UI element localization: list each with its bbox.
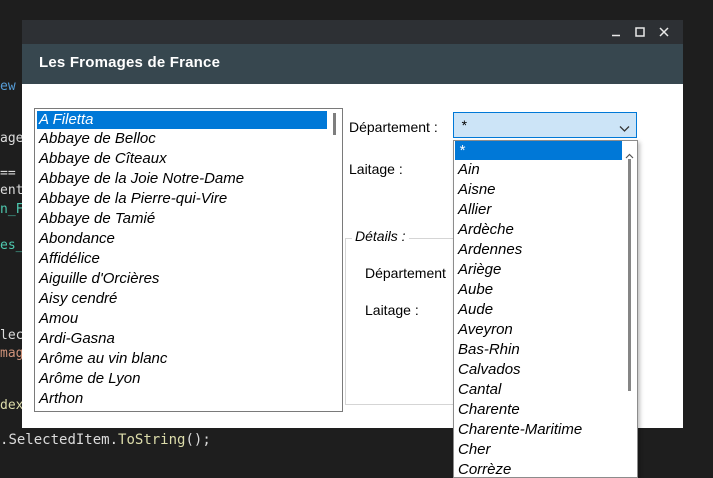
dropdown-scrollbar[interactable] (622, 141, 637, 477)
app-header: Les Fromages de France (22, 44, 683, 84)
departement-label: Département : (349, 119, 438, 135)
cheese-listbox[interactable]: A Filetta Abbaye de Belloc Abbaye de Cîtea… (34, 108, 343, 412)
departement-option[interactable]: Aude (454, 300, 637, 320)
cheese-list-item[interactable]: Aiguille d'Orcières (35, 269, 342, 289)
combobox-value: * (461, 117, 467, 133)
cheese-list-item[interactable]: Amou (35, 309, 342, 329)
departement-option[interactable]: Charente (454, 400, 637, 420)
departement-option[interactable]: Aveyron (454, 320, 637, 340)
cheese-list-item[interactable]: Abbaye de la Pierre-qui-Vire (35, 189, 342, 209)
scrollbar-thumb[interactable] (628, 159, 631, 391)
chevron-down-icon (619, 120, 630, 138)
laitage-label: Laitage : (349, 161, 403, 177)
departement-option[interactable]: Ariège (454, 260, 637, 280)
code-token: (); (185, 432, 211, 448)
details-title: Détails : (352, 228, 409, 244)
departement-option[interactable]: Ain (454, 160, 637, 180)
departement-combobox[interactable]: * (453, 112, 637, 138)
code-fragment: == (0, 166, 16, 181)
cheese-list-item[interactable]: Abbaye de Tamié (35, 209, 342, 229)
departement-option[interactable]: Aube (454, 280, 637, 300)
close-icon (659, 27, 669, 37)
departement-option[interactable]: Bas-Rhin (454, 340, 637, 360)
details-laitage-label: Laitage : (365, 302, 419, 318)
code-token: ToString (118, 432, 186, 448)
title-bar[interactable] (22, 20, 683, 44)
departement-option[interactable]: Aisne (454, 180, 637, 200)
code-fragment: ent (0, 183, 24, 198)
departement-option[interactable]: Calvados (454, 360, 637, 380)
departement-option[interactable]: Corrèze (454, 460, 637, 477)
code-fragment: n_F (0, 202, 24, 217)
code-line: .SelectedItem.ToString(); (0, 432, 211, 448)
departement-option[interactable]: Cher (454, 440, 637, 460)
cheese-list-item[interactable]: Abbaye de Belloc (35, 129, 342, 149)
cheese-list-item[interactable]: Arôme de Lyon (35, 369, 342, 389)
cheese-list-item[interactable]: Affidélice (35, 249, 342, 269)
scrollbar-thumb[interactable] (333, 113, 336, 135)
departement-option[interactable]: Allier (454, 200, 637, 220)
departement-option[interactable]: Ardèche (454, 220, 637, 240)
close-button[interactable] (650, 20, 678, 44)
details-departement-label: Département (365, 265, 446, 281)
cheese-list-scrollbar[interactable] (328, 109, 342, 411)
maximize-icon (635, 27, 645, 37)
departement-dropdown[interactable]: * Ain Aisne Allier Ardèche Ardennes Ariège Aube… (453, 140, 638, 478)
code-token: . (109, 432, 119, 448)
departement-option[interactable]: Charente-Maritime (454, 420, 637, 440)
cheese-list-item[interactable]: Arthon (35, 389, 342, 409)
minimize-icon (611, 27, 621, 37)
cheese-list-item[interactable]: Arôme au vin blanc (35, 349, 342, 369)
departement-option[interactable]: * (455, 141, 623, 160)
code-fragment: ew (0, 79, 16, 94)
cheese-list-item[interactable]: Abondance (35, 229, 342, 249)
code-token: SelectedItem (8, 432, 110, 448)
cheese-list-item[interactable]: Abbaye de Cîteaux (35, 149, 342, 169)
departement-option[interactable]: Ardennes (454, 240, 637, 260)
cheese-list-item[interactable]: Aisy cendré (35, 289, 342, 309)
cheese-list-item[interactable]: Ardi-Gasna (35, 329, 342, 349)
cheese-list-item[interactable]: Abbaye de la Joie Notre-Dame (35, 169, 342, 189)
app-title: Les Fromages de France (39, 54, 221, 71)
departement-option[interactable]: Cantal (454, 380, 637, 400)
cheese-list-item[interactable]: A Filetta (37, 111, 327, 129)
